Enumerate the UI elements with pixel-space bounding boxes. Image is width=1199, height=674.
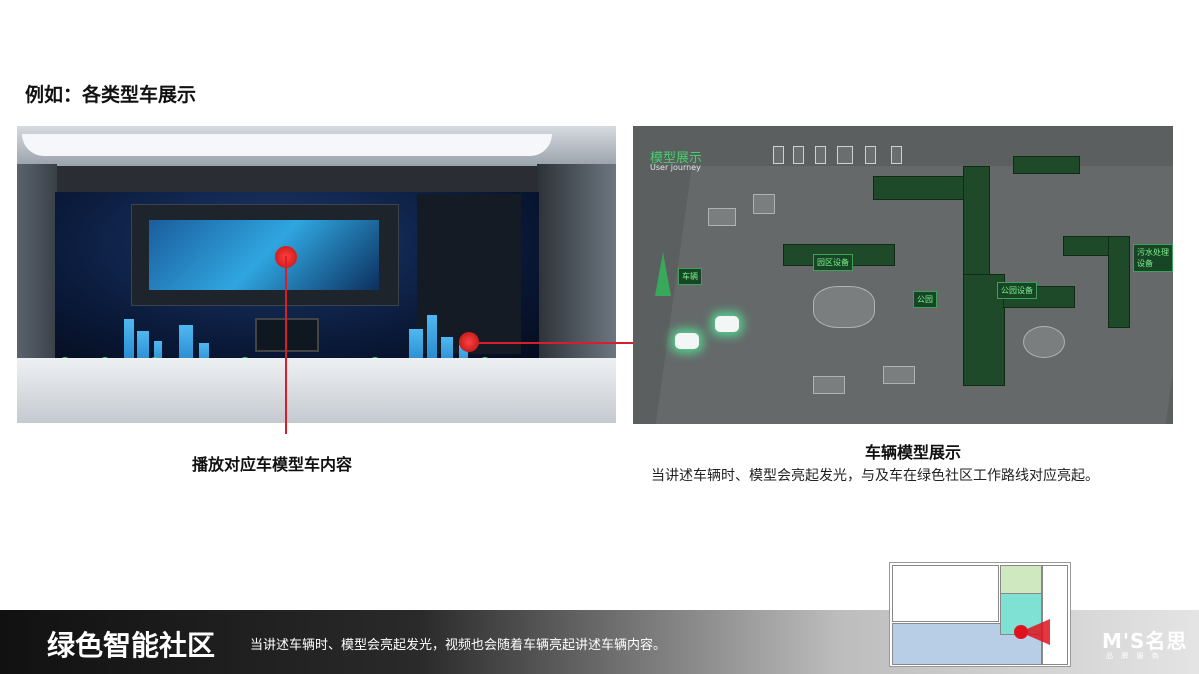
vehicle-video — [149, 220, 379, 290]
monitor — [255, 318, 319, 352]
exhibit-hall-image — [17, 126, 616, 423]
zone-label: 污水处理设备 — [1133, 244, 1173, 272]
connector-line-vertical — [285, 256, 287, 434]
legend-device-icon — [865, 146, 876, 164]
floorplan-room — [1042, 565, 1068, 665]
car-zone-label: 车辆 — [678, 268, 702, 285]
footer-description: 当讲述车辆时、模型会亮起发光，视频也会随着车辆亮起讲述车辆内容。 — [250, 638, 667, 653]
brand-subtitle: 品 牌 服 务 — [1106, 652, 1162, 660]
right-caption-title: 车辆模型展示 — [865, 443, 962, 462]
glowing-car-model-2 — [715, 316, 739, 332]
page-title: 例如：各类型车展示 — [25, 84, 197, 106]
legend-person-icon — [773, 146, 784, 164]
floorplan-room — [892, 565, 999, 622]
floorplan-view-cone — [1020, 619, 1050, 645]
brand-logo: M'S名思 — [1102, 629, 1188, 653]
green-wall — [1013, 156, 1080, 174]
green-wall — [1108, 236, 1130, 328]
legend-person-icon — [793, 146, 804, 164]
exhibit-board — [753, 194, 775, 214]
legend-person-icon — [815, 146, 826, 164]
floorplan-thumbnail — [889, 562, 1071, 667]
exhibit-counter — [17, 358, 616, 423]
zone-label: 公园设备 — [997, 282, 1037, 299]
exhibit-platform — [1023, 326, 1065, 358]
journey-map-image: 模型展示 User journey 园区设备 公园 公园设备 污水处理设备 车辆 — [633, 126, 1173, 424]
right-caption-body: 当讲述车辆时、模型会亮起发光，与及车在绿色社区工作路线对应亮起。 — [651, 468, 1099, 484]
car-model-marker-icon — [459, 332, 479, 352]
exhibit-board — [883, 366, 915, 384]
tree-cone — [655, 252, 671, 296]
legend-device-icon — [837, 146, 853, 164]
ceiling-light — [22, 134, 552, 156]
exhibit-board — [708, 208, 736, 226]
right-wall — [537, 164, 616, 389]
zone-label: 公园 — [913, 291, 937, 308]
legend-device-icon — [891, 146, 902, 164]
footer-title: 绿色智能社区 — [47, 629, 216, 662]
exhibit-board — [813, 376, 845, 394]
left-caption: 播放对应车模型车内容 — [192, 455, 353, 474]
zone-label: 园区设备 — [813, 254, 853, 271]
green-wall — [963, 166, 990, 278]
exhibit-platform — [813, 286, 875, 328]
glowing-car-model-1 — [675, 333, 699, 349]
map-subtitle: User journey — [650, 163, 701, 172]
